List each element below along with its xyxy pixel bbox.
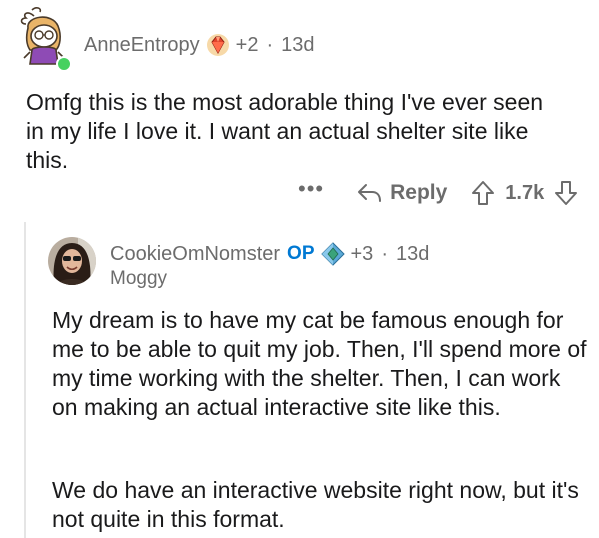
vote-score: 1.7k	[505, 181, 545, 204]
reply-paragraph: We do have an interactive website right …	[52, 477, 579, 532]
reply-button[interactable]: Reply	[356, 181, 447, 205]
downvote-icon[interactable]	[554, 180, 578, 206]
reply-body-continued: We do have an interactive website right …	[52, 476, 592, 534]
reply-arrow-icon	[358, 184, 382, 202]
separator-dot: ·	[381, 242, 388, 265]
thread-line[interactable]	[24, 222, 26, 538]
profile-photo-avatar[interactable]	[48, 237, 96, 285]
comment-header: AnneEntropy +2 · 13d	[84, 30, 315, 60]
timestamp[interactable]: 13d	[396, 243, 429, 266]
comment-action-bar: ••• Reply 1.7k	[298, 176, 578, 210]
karma-count: +3	[350, 242, 374, 265]
more-options-icon[interactable]: •••	[298, 178, 324, 200]
op-badge: OP	[287, 243, 315, 264]
username-link[interactable]: CookieOmNomster	[110, 243, 280, 266]
comment-text: Omfg this is the most adorable thing I'v…	[26, 89, 544, 173]
red-gem-award-icon[interactable]	[206, 33, 230, 57]
username-link[interactable]: AnneEntropy	[84, 34, 200, 57]
user-flair: Moggy	[110, 268, 168, 289]
reply-body: My dream is to have my cat be famous eno…	[52, 306, 592, 422]
reply-header: CookieOmNomster OP +3 · 13d	[110, 240, 429, 268]
reply-label: Reply	[390, 181, 448, 204]
reply-paragraph: My dream is to have my cat be famous eno…	[52, 307, 587, 420]
blue-gem-award-icon[interactable]	[320, 242, 345, 266]
timestamp[interactable]: 13d	[281, 34, 314, 57]
comment-thread: AnneEntropy +2 · 13d Omfg this is the mo…	[0, 0, 599, 538]
karma-count: +2	[235, 33, 259, 56]
comment-body: Omfg this is the most adorable thing I'v…	[26, 88, 566, 175]
upvote-icon[interactable]	[471, 180, 495, 206]
separator-dot: ·	[266, 33, 274, 56]
online-status-indicator	[56, 56, 72, 72]
